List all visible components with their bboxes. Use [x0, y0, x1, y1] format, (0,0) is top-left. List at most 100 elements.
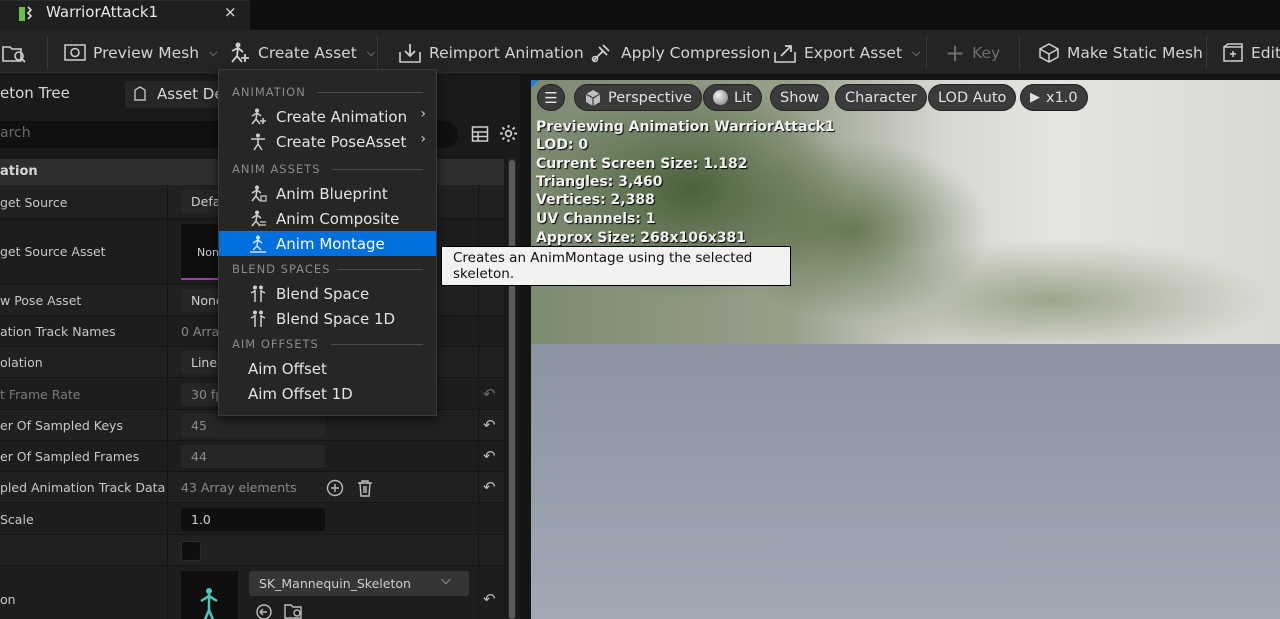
row-label: on: [0, 592, 16, 607]
anim-blueprint-label: Anim Blueprint: [276, 184, 388, 203]
rate-scale-input[interactable]: 1.0: [181, 508, 325, 531]
blend-space-icon: [248, 284, 268, 304]
viewport-info-line: Approx Size: 268x106x381: [536, 230, 747, 246]
preview-mesh-icon: [64, 43, 86, 61]
submenu-arrow-icon: ›: [420, 131, 426, 147]
mannequin-icon: [200, 588, 218, 619]
export-asset-label: Export Asset: [804, 43, 903, 62]
preview-mesh-label: Preview Mesh: [93, 43, 200, 62]
menu-item-blend-space-1d[interactable]: Blend Space 1D: [219, 306, 436, 331]
folder-search-icon: [2, 45, 26, 63]
reset-arrow-icon[interactable]: ↶: [483, 447, 496, 465]
tab-asset-details-label: Asset De: [157, 85, 224, 103]
row-label: er Of Sampled Frames: [0, 449, 140, 464]
key-button[interactable]: + Key: [945, 30, 1000, 75]
scrollbar-thumb[interactable]: [509, 160, 515, 619]
menu-section-animation: ANIMATION: [232, 85, 306, 99]
browse-folder-button[interactable]: [2, 30, 28, 75]
apply-compression-button[interactable]: Apply Compression: [590, 30, 770, 75]
skeleton-dropdown[interactable]: SK_Mannequin_Skeleton: [249, 571, 469, 596]
edit-button[interactable]: Edit: [1222, 30, 1280, 75]
lod-auto-button[interactable]: LOD Auto: [928, 84, 1017, 111]
toolbar-separator: [1019, 36, 1020, 69]
make-static-mesh-button[interactable]: Make Static Mesh: [1038, 30, 1203, 75]
reset-arrow-icon[interactable]: ↶: [483, 478, 496, 496]
gear-icon[interactable]: [499, 124, 518, 143]
menu-item-aim-offset-1d[interactable]: Aim Offset 1D: [219, 381, 436, 406]
reimport-label: Reimport Animation: [429, 43, 584, 62]
create-asset-icon: [231, 42, 249, 63]
chevron-down-icon: ⌵: [441, 573, 451, 588]
compression-icon: [591, 43, 610, 62]
toolbar-separator: [1206, 36, 1207, 69]
create-pose-asset-label: Create PoseAsset: [276, 132, 407, 151]
use-selected-icon[interactable]: [255, 603, 273, 619]
show-button[interactable]: Show: [770, 84, 830, 111]
skeleton-dropdown-value: SK_Mannequin_Skeleton: [259, 576, 411, 591]
viewport-info-line: UV Channels: 1: [536, 211, 656, 227]
blend-space-1d-label: Blend Space 1D: [276, 309, 396, 328]
trash-icon[interactable]: [357, 479, 373, 497]
add-element-icon[interactable]: [326, 479, 344, 497]
viewport-info-line: Current Screen Size: 1.182: [536, 156, 748, 172]
sampled-frames-value: 44: [181, 445, 325, 468]
reset-arrow-icon[interactable]: ↶: [483, 590, 496, 608]
toolbar-separator: [926, 36, 927, 69]
viewport-menu-button[interactable]: ☰: [537, 84, 565, 111]
preview-mesh-button[interactable]: Preview Mesh ⌵: [64, 30, 217, 75]
apply-compression-label: Apply Compression: [621, 43, 771, 62]
character-label: Character: [845, 89, 917, 106]
menu-item-anim-composite[interactable]: Anim Composite: [219, 206, 436, 231]
array-value: 43 Array elements: [181, 480, 297, 495]
row-label: t Frame Rate: [0, 387, 81, 402]
lod-auto-label: LOD Auto: [938, 89, 1007, 106]
toolbar-separator: [47, 36, 48, 69]
panel-gutter: [520, 75, 531, 619]
anim-blueprint-icon: [248, 184, 268, 204]
reset-arrow-icon[interactable]: ↶: [483, 416, 496, 434]
lit-button[interactable]: Lit: [703, 84, 762, 111]
menu-item-create-pose-asset[interactable]: Create PoseAsset ›: [219, 129, 436, 154]
play-icon: ▶: [1030, 90, 1040, 105]
key-label: Key: [972, 43, 1001, 62]
row-label: pled Animation Track Data: [0, 480, 166, 495]
tooltip-text: Creates an AnimMontage using the selecte…: [453, 250, 753, 282]
lit-sphere-icon: [713, 90, 728, 105]
viewport-info-line: Vertices: 2,388: [536, 192, 655, 208]
details-icon: [134, 86, 146, 101]
chevron-down-icon: ⌵: [366, 45, 376, 59]
make-static-mesh-label: Make Static Mesh: [1067, 43, 1203, 62]
tab-close-button[interactable]: ×: [224, 3, 237, 21]
tab-skeleton-tree[interactable]: eton Tree: [0, 78, 70, 108]
playback-speed-button[interactable]: ▶ x1.0: [1020, 84, 1088, 111]
anim-montage-label: Anim Montage: [276, 234, 385, 253]
row-label: er Of Sampled Keys: [0, 418, 123, 433]
menu-section-blend-spaces: BLEND SPACES: [232, 262, 331, 276]
table-view-icon[interactable]: [471, 125, 489, 143]
row-label: olation: [0, 355, 43, 370]
export-icon: [774, 44, 796, 63]
menu-item-anim-blueprint[interactable]: Anim Blueprint: [219, 181, 436, 206]
menu-item-create-animation[interactable]: Create Animation ›: [219, 104, 436, 129]
preview-viewport[interactable]: ☰ Perspective Lit Show Character LOD Aut…: [531, 80, 1280, 619]
menu-item-aim-offset[interactable]: Aim Offset: [219, 356, 436, 381]
reset-arrow-icon[interactable]: ↶: [483, 385, 496, 403]
viewport-focus-corner: [531, 80, 539, 88]
anim-montage-icon: [248, 234, 268, 254]
create-animation-icon: [248, 107, 268, 127]
menu-item-blend-space[interactable]: Blend Space: [219, 281, 436, 306]
browse-folder-icon[interactable]: [284, 602, 304, 619]
edit-label: Edit: [1251, 43, 1280, 62]
checkbox[interactable]: [181, 541, 201, 561]
export-asset-button[interactable]: Export Asset ⌵: [773, 30, 920, 75]
perspective-button[interactable]: Perspective: [574, 84, 702, 111]
menu-section-anim-assets: ANIM ASSETS: [232, 162, 321, 176]
skeleton-thumbnail[interactable]: [181, 571, 238, 619]
character-button[interactable]: Character: [835, 84, 927, 111]
menu-section-aim-offsets: AIM OFFSETS: [232, 337, 319, 351]
chevron-down-icon: ⌵: [912, 45, 921, 59]
anim-composite-icon: [248, 209, 268, 229]
submenu-arrow-icon: ›: [420, 106, 426, 122]
menu-item-anim-montage[interactable]: Anim Montage: [219, 231, 436, 256]
lit-label: Lit: [734, 89, 752, 106]
